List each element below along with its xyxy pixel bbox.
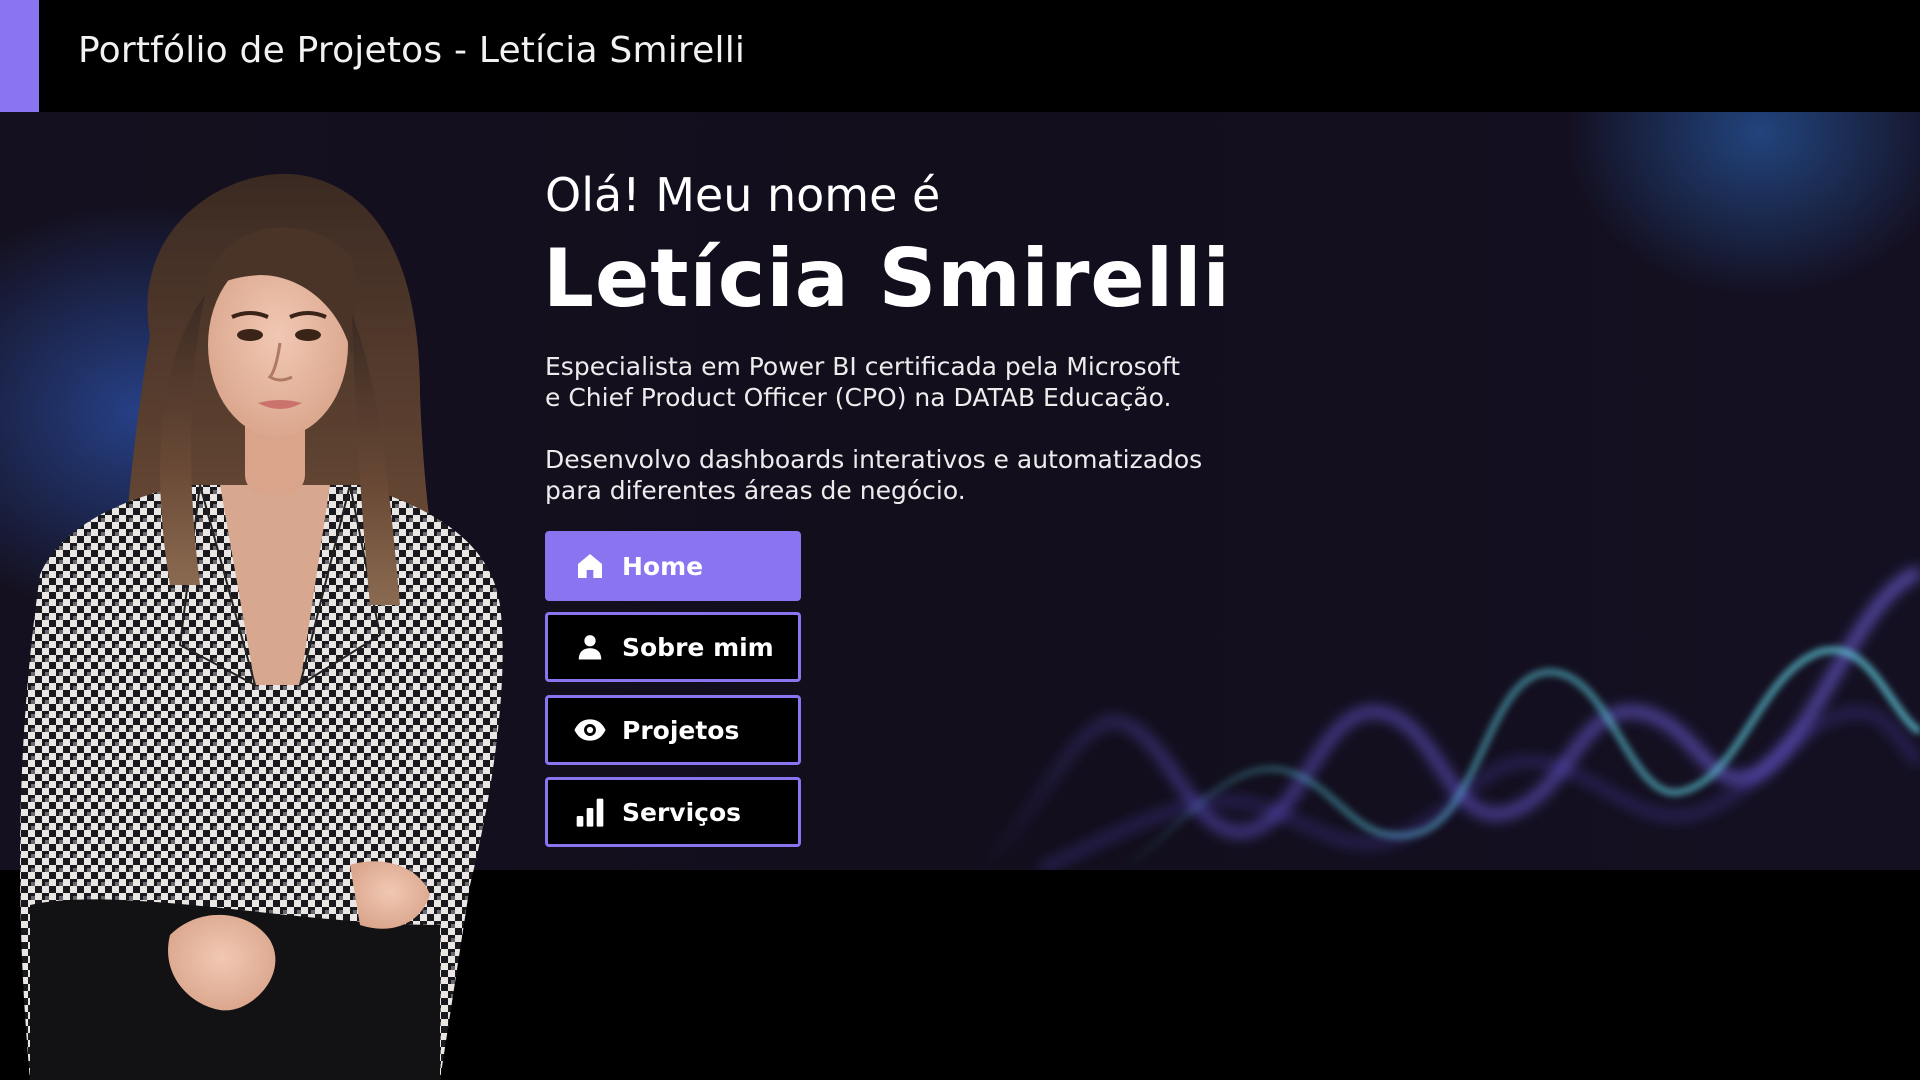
nav-button-home-label: Home xyxy=(622,551,704,581)
nav-button-home[interactable]: Home xyxy=(545,531,801,601)
hero-description-2: Desenvolvo dashboards interativos e auto… xyxy=(545,444,1265,506)
page-title: Portfólio de Projetos - Letícia Smirelli xyxy=(78,30,746,71)
eye-icon xyxy=(572,712,608,748)
person-icon xyxy=(572,629,608,665)
profile-photo xyxy=(20,173,503,1080)
nav-button-servicos-label: Serviços xyxy=(622,797,742,827)
header-accent-stripe xyxy=(0,0,39,112)
nav-button-sobre-mim[interactable]: Sobre mim xyxy=(545,612,801,682)
bar-chart-icon xyxy=(572,794,608,830)
hero-description-1-line-2: e Chief Product Officer (CPO) na DATAB E… xyxy=(545,383,1172,412)
hero-description-2-line-1: Desenvolvo dashboards interativos e auto… xyxy=(545,445,1203,474)
nav-button-projetos-label: Projetos xyxy=(622,715,740,745)
home-icon xyxy=(572,548,608,584)
portfolio-page: Portfólio de Projetos - Letícia Smirelli xyxy=(0,0,1920,1080)
hero-greeting: Olá! Meu nome é xyxy=(545,168,941,222)
hero-description-1: Especialista em Power BI certificada pel… xyxy=(545,351,1265,413)
hero-name: Letícia Smirelli xyxy=(543,232,1231,325)
hero-description-2-line-2: para diferentes áreas de negócio. xyxy=(545,476,966,505)
nav-button-projetos[interactable]: Projetos xyxy=(545,695,801,765)
nav-button-sobre-mim-label: Sobre mim xyxy=(622,632,774,662)
header-bar: Portfólio de Projetos - Letícia Smirelli xyxy=(0,0,1920,112)
hero-description-1-line-1: Especialista em Power BI certificada pel… xyxy=(545,352,1181,381)
nav-button-servicos[interactable]: Serviços xyxy=(545,777,801,847)
